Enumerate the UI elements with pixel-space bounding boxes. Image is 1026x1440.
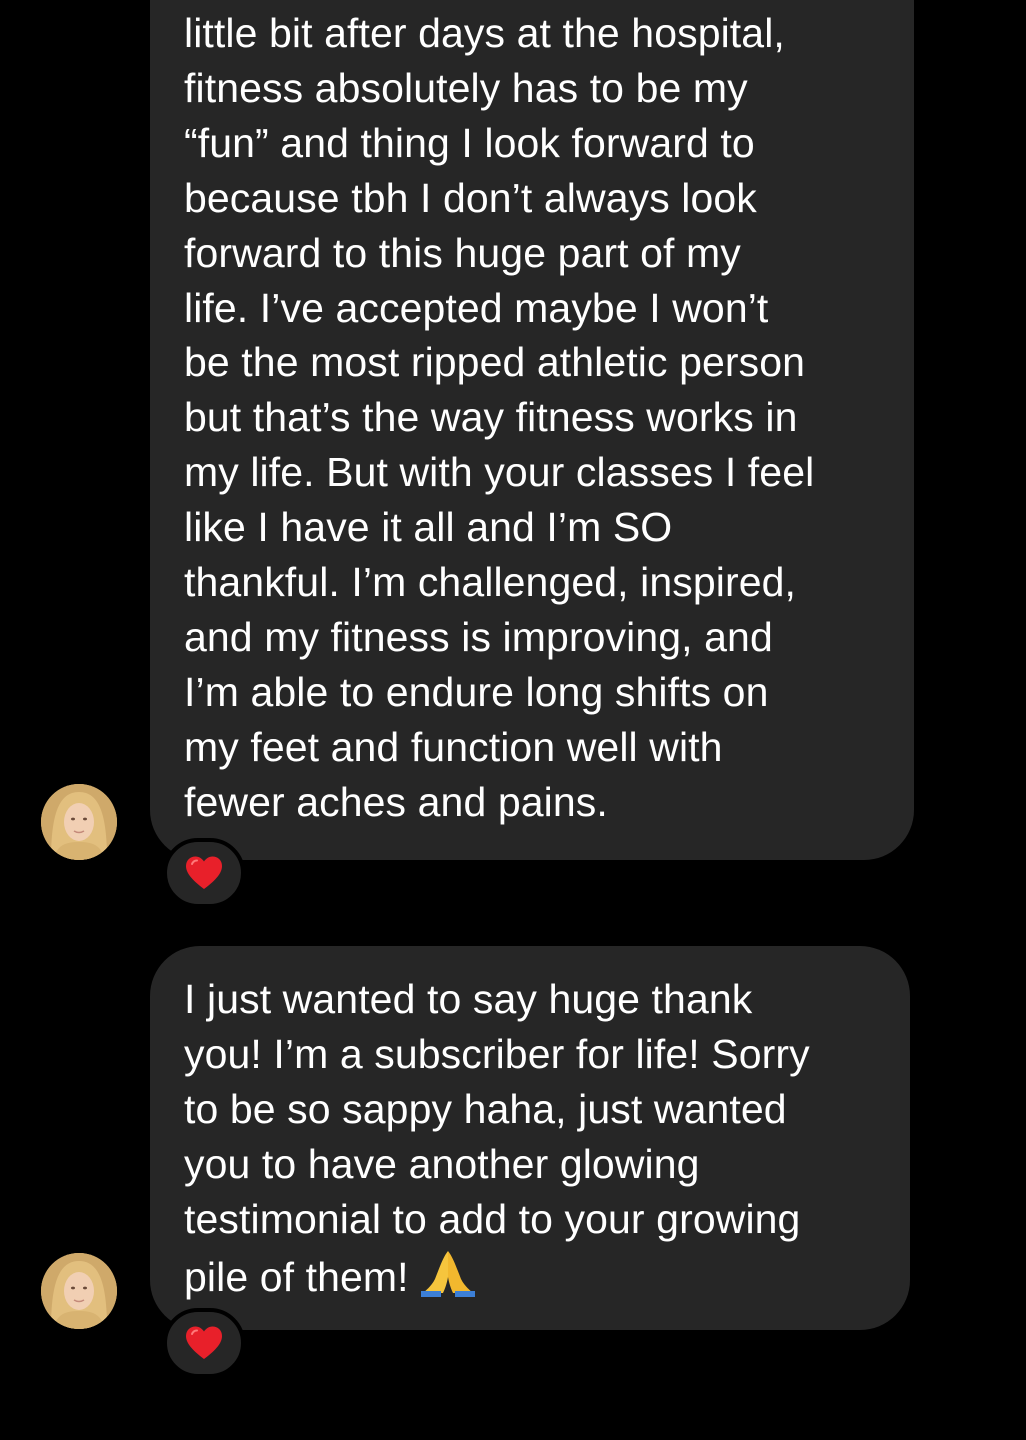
message-text-line: thankful. I’m challenged, inspired, xyxy=(184,559,797,606)
avatar-photo-icon xyxy=(41,784,117,860)
message-text-line: to be so sappy haha, just wanted xyxy=(184,1085,787,1132)
message-text-line: and my fitness is improving, and xyxy=(184,613,773,660)
message-text-line: I’m able to endure long shifts on xyxy=(184,668,769,715)
message-text-line: you to have another glowing xyxy=(184,1140,700,1187)
sender-avatar[interactable] xyxy=(41,784,117,860)
message-text-line: life. I’ve accepted maybe I won’t xyxy=(184,284,769,331)
message-reaction[interactable] xyxy=(163,838,245,908)
message-thread: little bit after days at the hospital, f… xyxy=(0,0,1026,1440)
message-bubble[interactable]: little bit after days at the hospital, f… xyxy=(150,0,914,860)
message-text-line: like I have it all and I’m SO xyxy=(184,504,673,551)
message-text: pile of them! xyxy=(184,1253,409,1300)
message-text-line: my feet and function well with xyxy=(184,723,723,770)
sender-avatar[interactable] xyxy=(41,1253,117,1329)
red-heart-icon xyxy=(184,1325,224,1361)
folded-hands-icon xyxy=(419,1247,477,1297)
message-text-line: “fun” and thing I look forward to xyxy=(184,119,755,166)
avatar-photo-icon xyxy=(41,1253,117,1329)
message-text-line: my life. But with your classes I feel xyxy=(184,449,815,496)
message-text-line: be the most ripped athletic person xyxy=(184,339,806,386)
message-text-line: I just wanted to say huge thank xyxy=(184,976,753,1022)
message-text-line: fewer aches and pains. xyxy=(184,778,608,825)
message-bubble[interactable]: I just wanted to say huge thank you! I’m… xyxy=(150,946,910,1330)
message-text-line: fitness absolutely has to be my xyxy=(184,64,748,111)
message-text-line: pile of them! xyxy=(184,1247,870,1305)
message-text-line: but that’s the way fitness works in xyxy=(184,394,798,441)
message-text-line: because tbh I don’t always look xyxy=(184,174,757,221)
message-text-line: little bit after days at the hospital, xyxy=(184,10,785,56)
message-reaction[interactable] xyxy=(163,1308,245,1378)
message-text-line: testimonial to add to your growing xyxy=(184,1195,801,1242)
red-heart-icon xyxy=(184,855,224,891)
message-text-line: you! I’m a subscriber for life! Sorry xyxy=(184,1030,810,1077)
message-text-line: forward to this huge part of my xyxy=(184,229,741,276)
